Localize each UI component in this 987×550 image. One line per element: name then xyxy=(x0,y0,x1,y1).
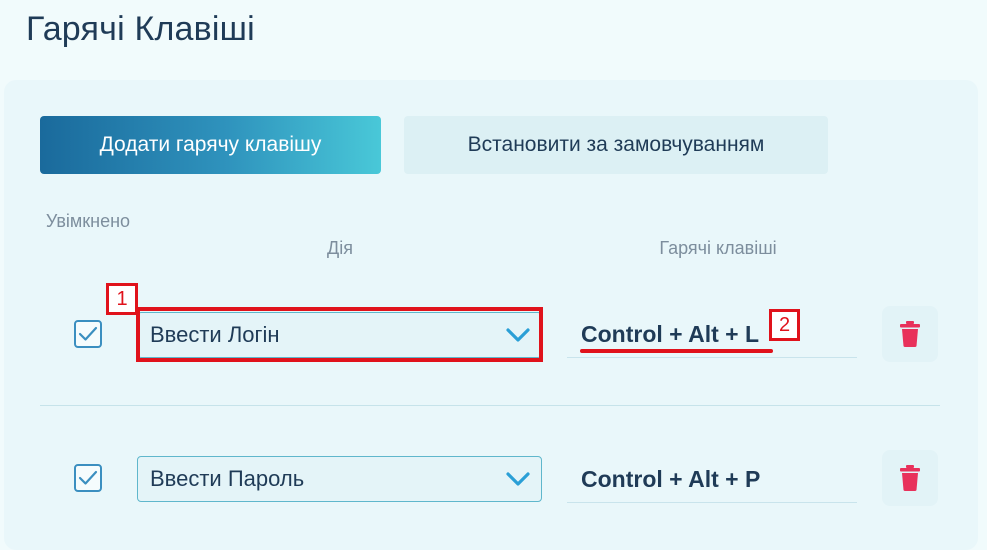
column-header-enabled: Увімкнено xyxy=(45,211,131,231)
row-2-enabled-checkbox[interactable] xyxy=(74,464,102,492)
chevron-down-icon xyxy=(506,472,530,486)
chevron-down-icon xyxy=(506,328,530,342)
row-2-hotkey-value: Control + Alt + P xyxy=(581,466,761,492)
check-icon xyxy=(78,470,98,485)
trash-icon xyxy=(900,321,920,347)
column-header-action: Дія xyxy=(327,238,353,258)
row-1-action-value: Ввести Логін xyxy=(150,322,280,347)
column-header-hotkeys: Гарячі клавіші xyxy=(659,238,777,258)
annotation-underline-2 xyxy=(580,349,773,353)
reset-default-button[interactable]: Встановити за замовчуванням xyxy=(404,116,828,174)
add-hotkey-button[interactable]: Додати гарячу клавішу xyxy=(40,116,381,174)
row-2-delete-button[interactable] xyxy=(882,450,938,506)
row-2-action-value: Ввести Пароль xyxy=(150,466,305,491)
check-icon xyxy=(78,326,98,341)
row-1-hotkey-value: Control + Alt + L xyxy=(581,321,760,347)
trash-icon xyxy=(900,465,920,491)
row-1-delete-button[interactable] xyxy=(882,306,938,362)
annotation-label-1: 1 xyxy=(106,283,138,315)
row-2-hotkey-field[interactable]: Control + Alt + P xyxy=(567,457,857,503)
annotation-label-2: 2 xyxy=(769,309,800,341)
page-title: Гарячі Клавіші xyxy=(26,10,255,48)
row-1-action-select[interactable]: Ввести Логін xyxy=(137,312,542,358)
row-divider xyxy=(40,405,940,406)
row-1-enabled-checkbox[interactable] xyxy=(74,320,102,348)
row-2-action-select[interactable]: Ввести Пароль xyxy=(137,456,542,502)
